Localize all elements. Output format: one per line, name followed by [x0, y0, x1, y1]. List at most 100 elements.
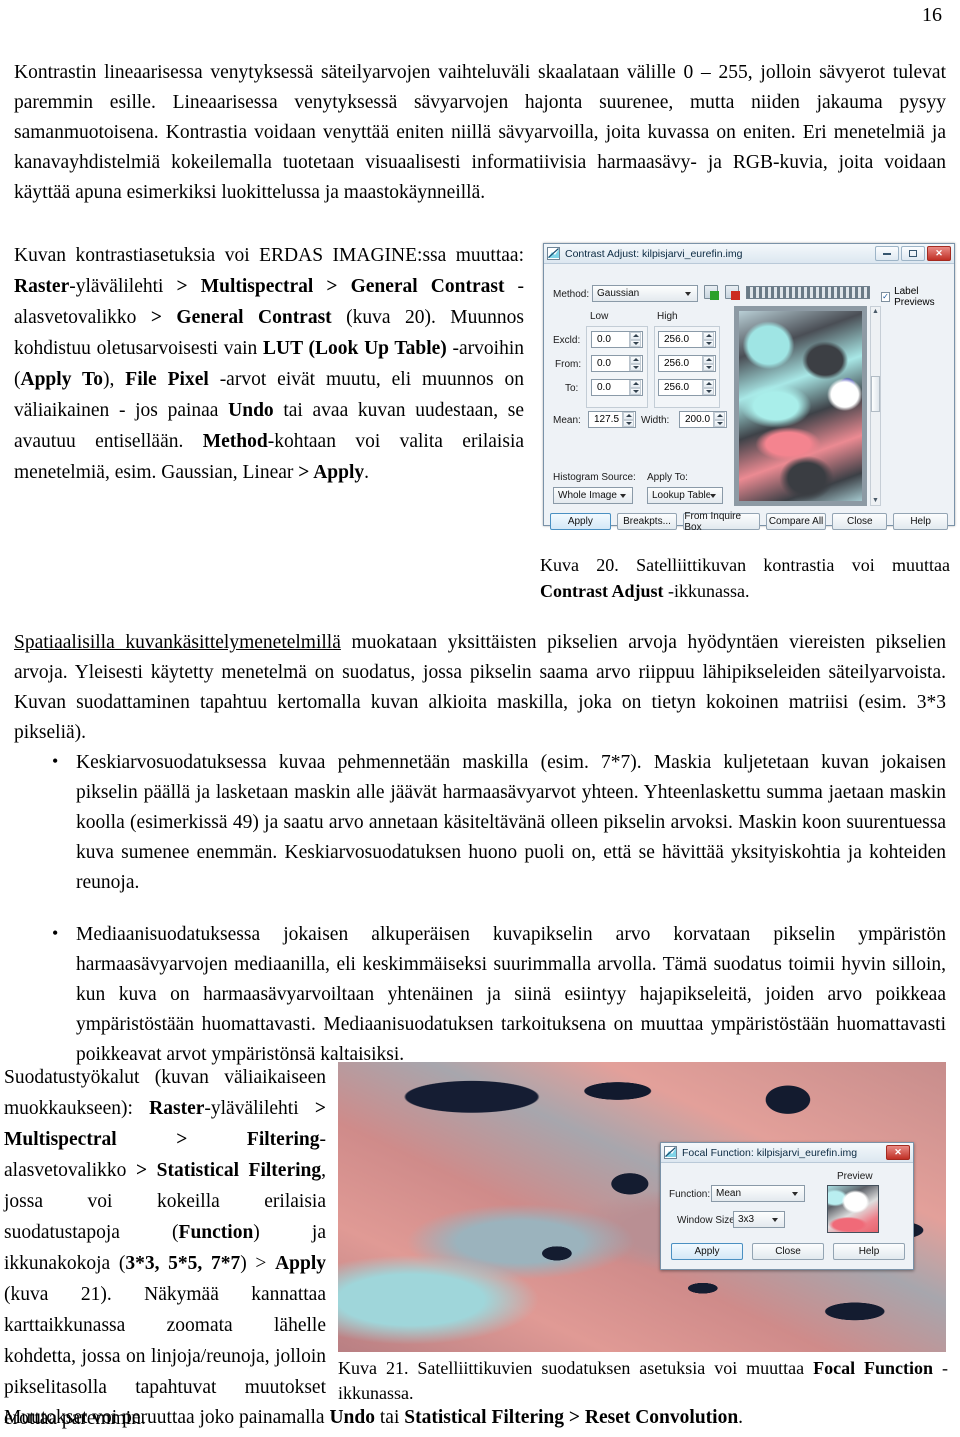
add-breakpoint-icon[interactable]: [704, 285, 719, 302]
from-high-input[interactable]: 256.0: [658, 355, 716, 372]
focal-function-dialog[interactable]: Focal Function: kilpisjarvi_eurefin.img …: [660, 1142, 914, 1270]
scroll-up-icon[interactable]: ▲: [872, 307, 879, 316]
from-inquire-box-button[interactable]: From Inquire Box: [683, 511, 760, 533]
focal-dialog-titlebar[interactable]: Focal Function: kilpisjarvi_eurefin.img …: [661, 1143, 913, 1163]
from-high-stepper[interactable]: [702, 356, 714, 371]
mean-input[interactable]: 127.5: [588, 411, 636, 428]
to-high-input[interactable]: 256.0: [658, 379, 716, 396]
checkbox-box: ✓: [881, 292, 891, 302]
caption-text: Kuva 20. Satelliittikuvan kontrastia voi…: [540, 555, 950, 575]
to-low-input[interactable]: 0.0: [591, 379, 643, 396]
preview-scrollbar[interactable]: ▲ ▼: [870, 306, 881, 506]
to-low-stepper[interactable]: [629, 380, 641, 395]
text-run: ),: [102, 369, 126, 390]
contrast-adjust-dialog[interactable]: Contrast Adjust: kilpisjarvi_eurefin.img…: [543, 243, 955, 533]
label-previews-checkbox[interactable]: ✓ Label Previews: [881, 286, 954, 308]
row-label-excld: Excld:: [553, 335, 581, 346]
bullet-list: • Keskiarvosuodatuksessa kuvaa pehmennet…: [14, 748, 946, 1092]
text-run: Muutokset voi peruuttaa joko painamalla: [4, 1407, 330, 1428]
text-bold: Statistical Filtering > Reset Convolutio…: [404, 1407, 739, 1428]
row-label-to: To:: [565, 383, 579, 394]
histogram-source-select[interactable]: Whole Image: [553, 487, 633, 504]
compare-all-button[interactable]: Compare All: [765, 513, 827, 530]
paragraph-intro: Kontrastin lineaarisessa venytyksessä sä…: [14, 62, 946, 203]
text-run: .: [738, 1407, 744, 1428]
list-item-text: Mediaanisuodatuksessa jokaisen alkuperäi…: [76, 924, 946, 1065]
contrast-dialog-titlebar[interactable]: Contrast Adjust: kilpisjarvi_eurefin.img…: [544, 244, 954, 264]
close-button[interactable]: Close: [832, 513, 888, 530]
contrast-dialog-body: Method: Gaussian ✓ Label Previews Low Hi…: [544, 264, 954, 533]
apply-button[interactable]: Apply: [671, 1243, 743, 1260]
excld-high-value: 256.0: [664, 334, 690, 345]
text-bold: LUT (Look Up Table): [263, 338, 447, 359]
excld-low-value: 0.0: [597, 334, 611, 345]
focal-preview-image: [828, 1186, 878, 1232]
window-buttons[interactable]: ✕: [875, 246, 951, 261]
excld-high-input[interactable]: 256.0: [658, 331, 716, 348]
breakpts-button[interactable]: Breakpts...: [616, 513, 678, 530]
excld-low-input[interactable]: 0.0: [591, 331, 643, 348]
text-bold: Undo: [228, 400, 274, 421]
from-low-stepper[interactable]: [629, 356, 641, 371]
erdas-app-icon: [664, 1146, 677, 1159]
window-size-select[interactable]: 3x3: [733, 1211, 785, 1228]
list-item: • Keskiarvosuodatuksessa kuvaa pehmennet…: [14, 748, 946, 898]
text-bold: Apply To: [20, 369, 103, 390]
histogram-source-value: Whole Image: [558, 490, 617, 501]
excld-low-stepper[interactable]: [629, 332, 641, 347]
mean-value: 127.5: [594, 414, 620, 425]
delete-breakpoint-icon[interactable]: [725, 285, 740, 302]
minimize-button[interactable]: [875, 246, 899, 261]
excld-high-stepper[interactable]: [702, 332, 714, 347]
list-item: • Mediaanisuodatuksessa jokaisen alkuper…: [14, 920, 946, 1070]
apply-to-label: Apply To:: [647, 472, 688, 483]
scrollbar-thumb[interactable]: [871, 376, 880, 412]
caption-text: -ikkunassa.: [663, 581, 750, 601]
chevron-down-icon: [772, 1217, 778, 1222]
function-select[interactable]: Mean: [711, 1185, 805, 1202]
width-stepper[interactable]: [713, 412, 725, 427]
to-high-stepper[interactable]: [702, 380, 714, 395]
close-icon[interactable]: ✕: [927, 246, 951, 261]
text-run: -ylävälilehti: [69, 276, 177, 297]
caption-bold: Contrast Adjust: [540, 581, 664, 601]
from-low-value: 0.0: [597, 358, 611, 369]
text-run: Kuvan kontrastiasetuksia voi ERDAS IMAGI…: [14, 245, 524, 266]
close-button[interactable]: Close: [752, 1243, 824, 1260]
caption-text: Kuva 21. Satelliittikuvien suodatuksen a…: [338, 1358, 814, 1378]
focal-dialog-buttons: Apply Close Help: [671, 1243, 905, 1260]
from-high-value: 256.0: [664, 358, 690, 369]
close-glyph: ✕: [894, 1147, 902, 1157]
text-run: ) >: [240, 1253, 276, 1274]
contrast-preview-frame: [734, 306, 867, 506]
from-low-input[interactable]: 0.0: [591, 355, 643, 372]
method-select[interactable]: Gaussian: [592, 285, 698, 302]
scroll-down-icon[interactable]: ▼: [872, 496, 879, 505]
close-glyph: ✕: [935, 248, 943, 258]
chevron-down-icon: [710, 493, 716, 498]
paragraph-spatial: Spatiaalisilla kuvankäsittelymenetelmill…: [14, 628, 946, 748]
width-input[interactable]: 200.0: [679, 411, 727, 428]
help-button[interactable]: Help: [893, 513, 949, 530]
help-button[interactable]: Help: [833, 1243, 905, 1260]
histogram-source-label: Histogram Source:: [553, 472, 636, 483]
to-high-value: 256.0: [664, 382, 690, 393]
apply-button[interactable]: Apply: [550, 513, 611, 530]
window-size-label: Window Size:: [677, 1215, 738, 1226]
figure-caption-20: Kuva 20. Satelliittikuvan kontrastia voi…: [540, 552, 950, 604]
close-icon[interactable]: ✕: [886, 1145, 910, 1160]
histogram-strip[interactable]: [746, 286, 870, 299]
maximize-button[interactable]: [901, 246, 925, 261]
apply-to-select[interactable]: Lookup Table: [647, 487, 723, 504]
contrast-dialog-title: Contrast Adjust: kilpisjarvi_eurefin.img: [565, 247, 743, 260]
mean-stepper[interactable]: [622, 412, 634, 427]
function-value: Mean: [716, 1188, 742, 1199]
figure-focal-function: Focal Function: kilpisjarvi_eurefin.img …: [338, 1062, 946, 1352]
paragraph-last-line: Muutokset voi peruuttaa joko painamalla …: [4, 1404, 944, 1432]
column-header-low: Low: [590, 311, 609, 322]
chevron-down-icon: [620, 493, 626, 498]
text-bold: > Apply: [298, 462, 365, 483]
text-bold: Method: [202, 431, 268, 452]
text-run: -ylävälilehti: [204, 1098, 315, 1119]
contrast-dialog-buttons: Apply Breakpts... From Inquire Box Compa…: [550, 511, 949, 533]
